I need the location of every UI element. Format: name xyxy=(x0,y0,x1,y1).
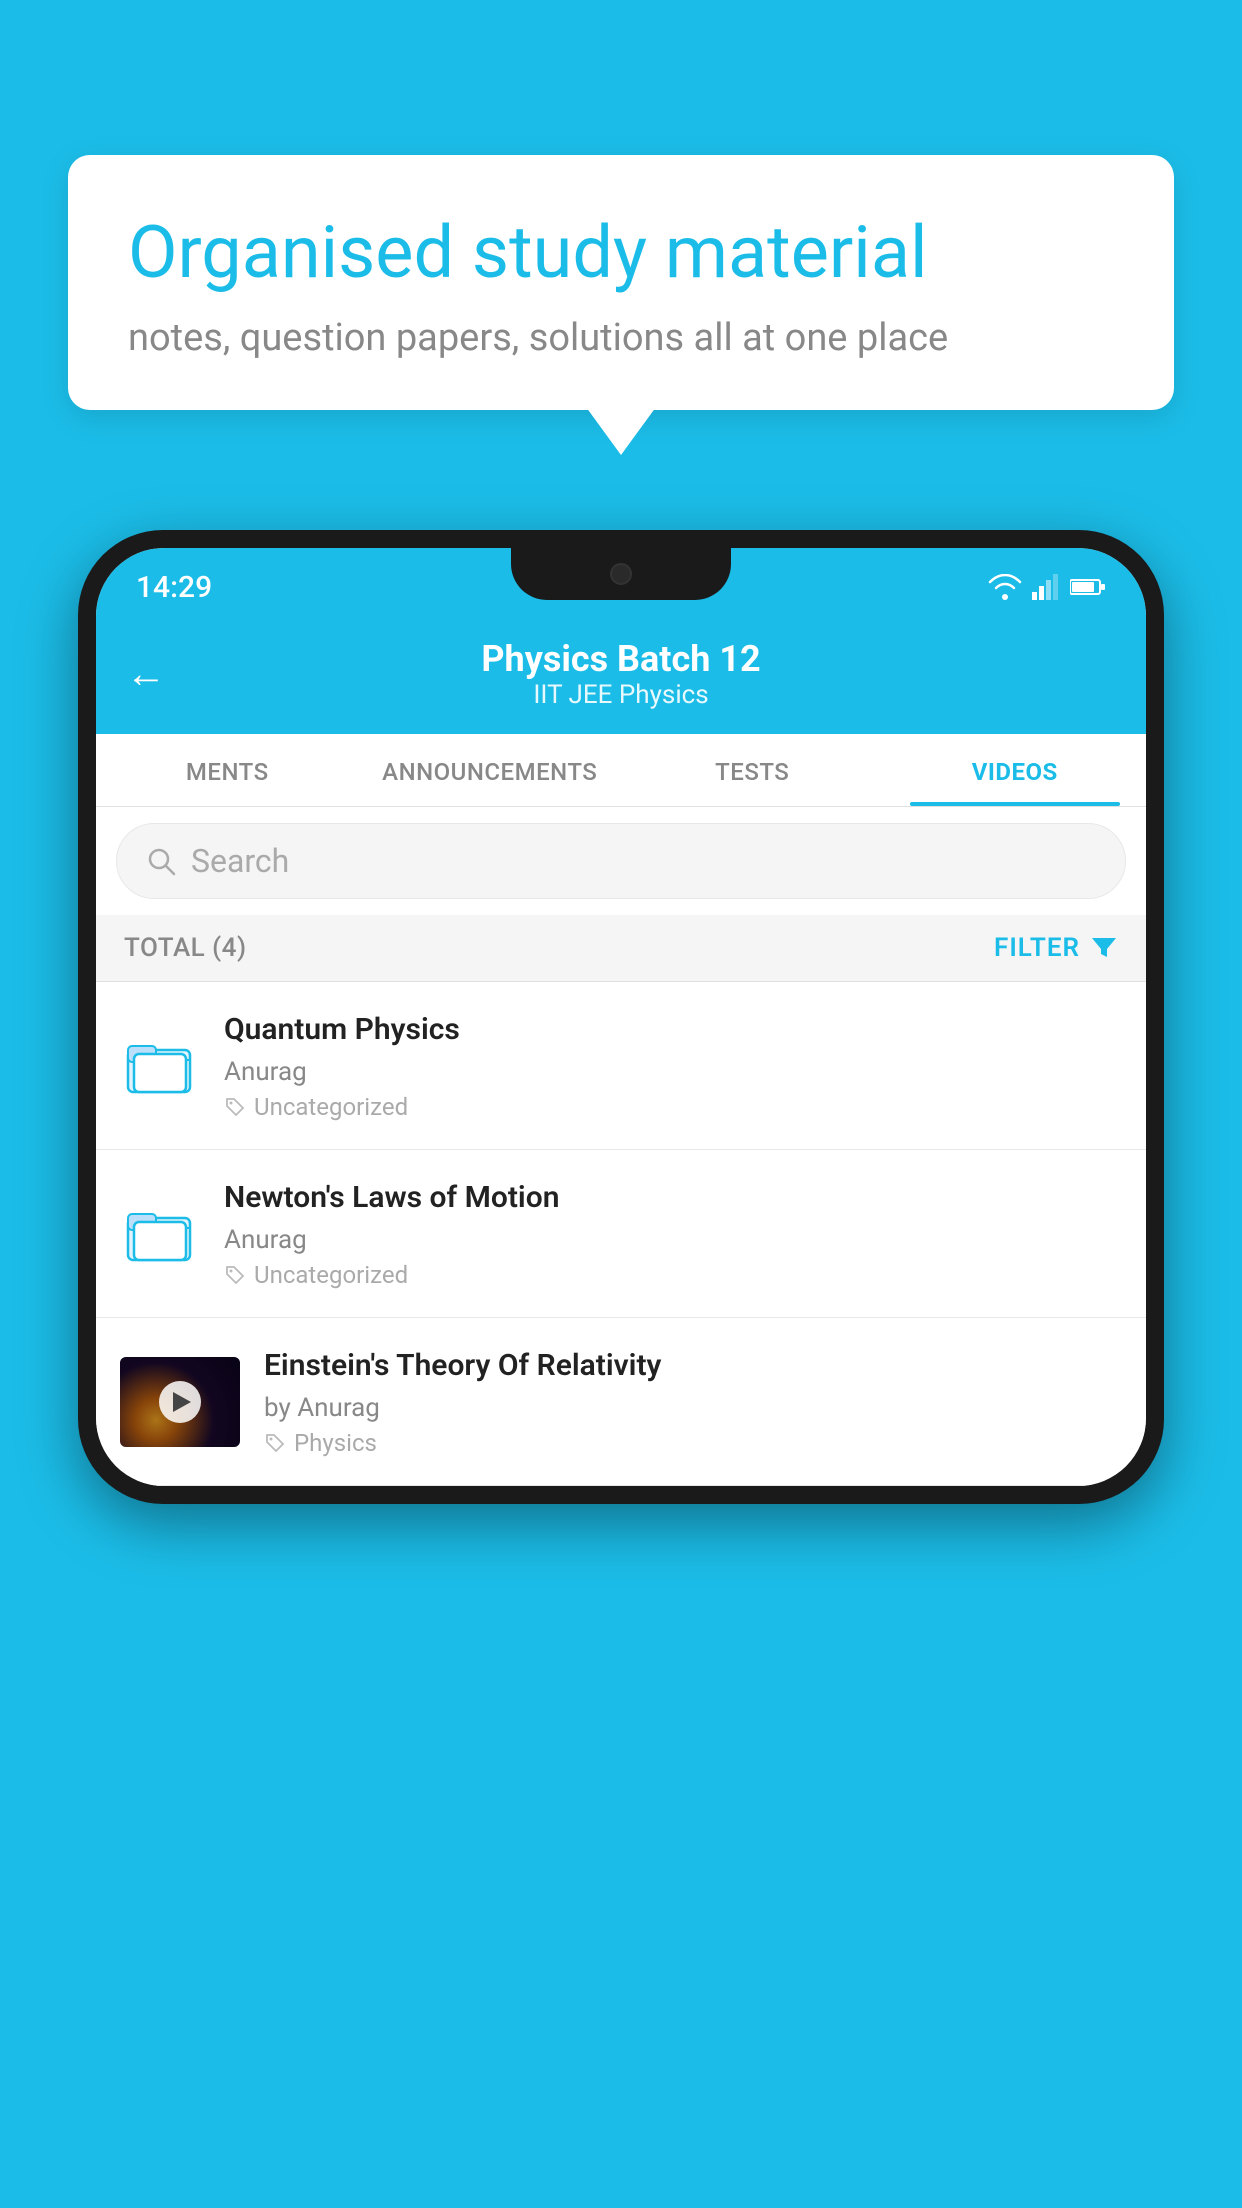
search-container: Search xyxy=(96,807,1146,915)
list-item[interactable]: Quantum Physics Anurag Uncategorized xyxy=(96,982,1146,1150)
video-info: Quantum Physics Anurag Uncategorized xyxy=(224,1010,1122,1121)
folder-icon xyxy=(126,1200,194,1268)
folder-icon-wrap xyxy=(120,1021,200,1111)
header-subtitle: IIT JEE Physics xyxy=(186,680,1056,710)
video-title: Newton's Laws of Motion xyxy=(224,1178,1122,1217)
video-info: Newton's Laws of Motion Anurag Uncategor… xyxy=(224,1178,1122,1289)
video-title: Quantum Physics xyxy=(224,1010,1122,1049)
phone-wrapper: 14:29 xyxy=(78,530,1164,2208)
status-icons xyxy=(988,574,1106,600)
wifi-icon xyxy=(988,574,1022,600)
video-author: by Anurag xyxy=(264,1393,1122,1423)
tab-tests[interactable]: TESTS xyxy=(621,734,884,806)
video-thumbnail xyxy=(120,1357,240,1447)
tag-icon xyxy=(224,1096,246,1118)
back-button[interactable]: ← xyxy=(126,654,166,694)
play-button[interactable] xyxy=(159,1381,201,1423)
filter-label: FILTER xyxy=(994,933,1080,963)
search-input-wrapper[interactable]: Search xyxy=(116,823,1126,899)
bubble-subtitle: notes, question papers, solutions all at… xyxy=(128,316,1114,360)
filter-bar: TOTAL (4) FILTER xyxy=(96,915,1146,982)
speech-bubble: Organised study material notes, question… xyxy=(68,155,1174,410)
tab-videos[interactable]: VIDEOS xyxy=(884,734,1147,806)
signal-icon xyxy=(1032,574,1060,600)
battery-icon xyxy=(1070,578,1106,596)
video-list: Quantum Physics Anurag Uncategorized xyxy=(96,982,1146,1486)
app-header: ← Physics Batch 12 IIT JEE Physics xyxy=(96,616,1146,734)
camera-dot xyxy=(610,563,632,585)
video-tag: Uncategorized xyxy=(224,1093,1122,1121)
folder-icon xyxy=(126,1032,194,1100)
tag-label: Uncategorized xyxy=(254,1261,408,1289)
search-icon xyxy=(145,845,177,877)
tag-label: Uncategorized xyxy=(254,1093,408,1121)
video-author: Anurag xyxy=(224,1225,1122,1255)
search-input[interactable]: Search xyxy=(191,842,289,880)
video-tag: Physics xyxy=(264,1429,1122,1457)
phone-outer: 14:29 xyxy=(78,530,1164,1504)
tag-label: Physics xyxy=(294,1429,377,1457)
tab-ments[interactable]: MENTS xyxy=(96,734,359,806)
folder-icon-wrap xyxy=(120,1189,200,1279)
phone-screen: 14:29 xyxy=(96,548,1146,1486)
play-triangle-icon xyxy=(173,1392,191,1412)
tag-icon xyxy=(224,1264,246,1286)
list-item[interactable]: Newton's Laws of Motion Anurag Uncategor… xyxy=(96,1150,1146,1318)
filter-button[interactable]: FILTER xyxy=(994,933,1118,963)
phone-notch xyxy=(511,548,731,600)
tag-icon xyxy=(264,1432,286,1454)
header-title-area: Physics Batch 12 IIT JEE Physics xyxy=(186,638,1056,710)
bubble-title: Organised study material xyxy=(128,210,1114,296)
video-title: Einstein's Theory Of Relativity xyxy=(264,1346,1122,1385)
total-count: TOTAL (4) xyxy=(124,933,247,963)
thumbnail-overlay xyxy=(120,1357,240,1447)
video-info: Einstein's Theory Of Relativity by Anura… xyxy=(264,1346,1122,1457)
filter-icon xyxy=(1090,934,1118,962)
video-author: Anurag xyxy=(224,1057,1122,1087)
tab-announcements[interactable]: ANNOUNCEMENTS xyxy=(359,734,622,806)
video-tag: Uncategorized xyxy=(224,1261,1122,1289)
header-main-title: Physics Batch 12 xyxy=(186,638,1056,680)
status-time: 14:29 xyxy=(136,570,212,605)
tabs-bar: MENTS ANNOUNCEMENTS TESTS VIDEOS xyxy=(96,734,1146,807)
list-item[interactable]: Einstein's Theory Of Relativity by Anura… xyxy=(96,1318,1146,1486)
